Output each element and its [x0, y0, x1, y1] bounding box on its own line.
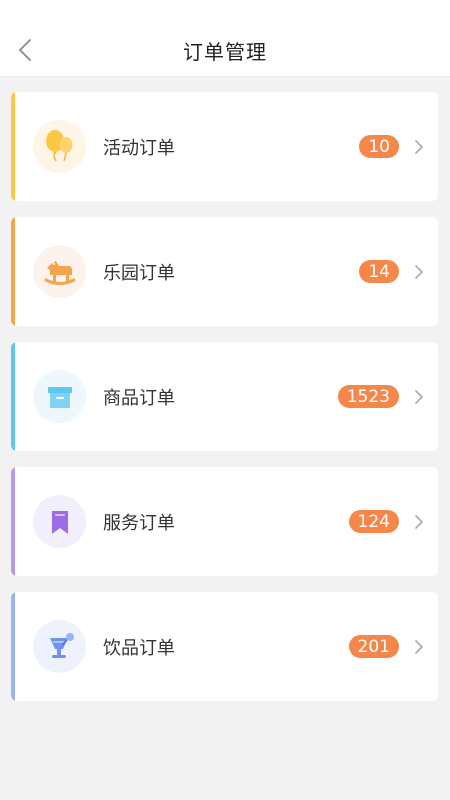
top-bar: 订单管理: [0, 0, 450, 77]
order-label: 活动订单: [103, 137, 175, 159]
page-title: 订单管理: [183, 40, 267, 64]
box-icon: [47, 386, 72, 408]
accent-bar: [11, 592, 15, 701]
order-label: 乐园订单: [103, 262, 175, 284]
accent-bar: [11, 467, 15, 576]
order-item-activity[interactable]: 活动订单 10: [11, 92, 438, 201]
count-badge: 10: [359, 135, 399, 158]
bookmark-icon: [51, 510, 68, 534]
order-item-service[interactable]: 服务订单 124: [11, 467, 438, 576]
chevron-right-icon: [412, 385, 426, 408]
balloon-icon: [45, 129, 72, 161]
order-item-goods[interactable]: 商品订单 1523: [11, 342, 438, 451]
accent-bar: [11, 217, 15, 326]
count-badge: 201: [348, 635, 399, 658]
icon-circle: [33, 620, 86, 673]
order-item-drinks[interactable]: 饮品订单 201: [11, 592, 438, 701]
chevron-right-icon: [412, 260, 426, 283]
chevron-right-icon: [412, 635, 426, 658]
icon-circle: [33, 120, 86, 173]
chevron-right-icon: [412, 510, 426, 533]
accent-bar: [11, 92, 15, 201]
accent-bar: [11, 342, 15, 451]
order-item-park[interactable]: 乐园订单 14: [11, 217, 438, 326]
count-badge: 1523: [337, 385, 399, 408]
order-label: 商品订单: [103, 387, 175, 409]
order-label: 饮品订单: [103, 637, 175, 659]
count-badge: 124: [348, 510, 399, 533]
icon-circle: [33, 495, 86, 548]
count-badge: 14: [359, 260, 399, 283]
drink-glass-icon: [49, 632, 74, 658]
icon-circle: [33, 370, 86, 423]
chevron-right-icon: [412, 135, 426, 158]
rocking-horse-icon: [44, 260, 75, 285]
icon-circle: [33, 245, 86, 298]
order-label: 服务订单: [103, 512, 175, 534]
order-list: 活动订单 10 乐园订单 14 商品订单 1523 服务订单 124 饮品订单 …: [11, 92, 438, 717]
